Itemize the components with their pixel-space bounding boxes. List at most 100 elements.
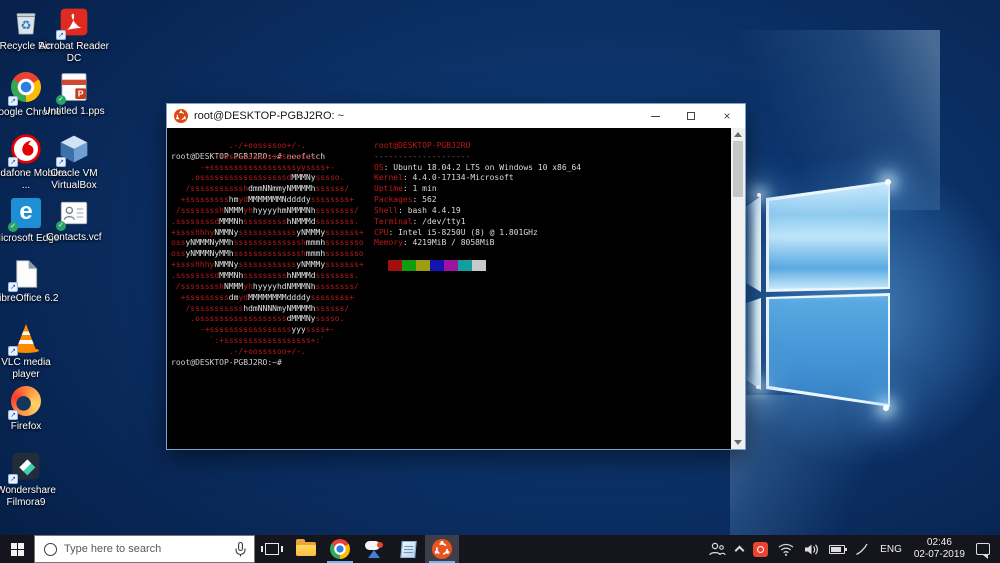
maximize-icon — [687, 112, 695, 120]
neofetch-info-line: Kernel: 4.4.0-17134-Microsoft — [374, 173, 581, 184]
cortana-icon — [44, 543, 57, 556]
desktop-icon-label: VLC media player — [0, 357, 64, 381]
action-center-icon — [976, 543, 990, 555]
ascii-art-line: ossyNMMMNyMMhsssssssssssssshmmmhssssssso — [171, 238, 364, 249]
desktop-icon-contacts[interactable]: ✓ Contacts.vcf — [36, 197, 112, 244]
terminal-prompt: root@DESKTOP-PGBJ2RO:~# — [171, 358, 282, 369]
terminal-color-swatch — [388, 260, 402, 271]
battery-button[interactable] — [824, 535, 850, 563]
svg-text:♻: ♻ — [20, 18, 31, 32]
minimize-button[interactable] — [637, 104, 673, 128]
neofetch-info-line: CPU: Intel i5-8250U (8) @ 1.801GHz — [374, 228, 581, 239]
neofetch-info: root@DESKTOP-PGBJ2RO--------------------… — [374, 141, 581, 249]
clock-date: 02-07-2019 — [914, 549, 965, 561]
desktop-icon-label: LibreOffice 6.2 — [0, 293, 64, 305]
paint3d-icon — [364, 540, 384, 558]
ascii-art-line: .-/+oossssoo+/-. — [171, 347, 364, 358]
terminal-color-swatch — [472, 260, 486, 271]
sync-check-badge: ✓ — [56, 221, 66, 231]
volume-button[interactable] — [799, 535, 824, 563]
microphone-icon[interactable] — [235, 542, 246, 557]
people-button[interactable] — [703, 535, 731, 563]
ascii-art-line: .ssssssssdMMMNhssssssssshNMMMdssssssss. — [171, 217, 364, 228]
scroll-up-icon[interactable] — [734, 132, 742, 137]
language-indicator[interactable]: ENG — [874, 544, 908, 555]
vlc-icon: ↗ — [10, 322, 42, 354]
terminal-scrollbar[interactable] — [731, 128, 745, 449]
paint3d-taskbar-button[interactable] — [357, 535, 391, 563]
ubuntu-window-icon — [174, 109, 188, 123]
desktop-icon-filmora[interactable]: ↗ Wondershare Filmora9 — [0, 450, 64, 509]
document-app-icon — [400, 541, 416, 558]
scroll-down-icon[interactable] — [734, 440, 742, 445]
shortcut-arrow-badge: ↗ — [8, 96, 18, 106]
start-button[interactable] — [0, 535, 34, 563]
desktop-icon-label: Acrobat Reader DC — [36, 41, 112, 65]
libreoffice-icon: ↗ — [10, 258, 42, 290]
terminal-titlebar[interactable]: root@DESKTOP-PGBJ2RO: ~ × — [167, 104, 745, 128]
ascii-art-line: /sssssssshNMMMyhhyyyyhmNMMMNhssssssss/ — [171, 206, 364, 217]
neofetch-info-line: OS: Ubuntu 18.04.2 LTS on Windows 10 x86… — [374, 163, 581, 174]
ascii-art-line: /ssssssssssshdmmNNmmyNMMMMhssssss/ — [171, 184, 364, 195]
terminal-color-swatch — [458, 260, 472, 271]
chrome-taskbar-button[interactable] — [323, 535, 357, 563]
ascii-art-line: .-/+oossssoo+/-. — [171, 141, 364, 152]
terminal-color-swatch — [374, 260, 388, 271]
terminal-content[interactable]: root@DESKTOP-PGBJ2RO:~# neofetch .-/+oos… — [167, 128, 745, 449]
filmora-icon: ↗ — [10, 450, 42, 482]
ascii-art-line: +sssssssssdmydMMMMMMMMddddyssssssss+ — [171, 293, 364, 304]
shortcut-arrow-badge: ↗ — [8, 346, 18, 356]
search-input[interactable] — [64, 543, 227, 555]
desktop-icon-libreoffice[interactable]: ↗ LibreOffice 6.2 — [0, 258, 64, 305]
wifi-icon — [778, 543, 794, 556]
desktop-icon-vlc[interactable]: ↗ VLC media player — [0, 322, 64, 381]
action-center-button[interactable] — [971, 535, 1000, 563]
ascii-art-line: .ssssssssdMMMNhssssssssshNMMMdssssssss. — [171, 271, 364, 282]
network-button[interactable] — [773, 535, 799, 563]
terminal-color-swatch — [430, 260, 444, 271]
shortcut-arrow-badge: ↗ — [56, 157, 66, 167]
shortcut-arrow-badge: ↗ — [8, 282, 18, 292]
pen-icon — [855, 542, 869, 556]
tray-app-icon — [753, 542, 768, 557]
neofetch-title: root@DESKTOP-PGBJ2RO — [374, 141, 581, 152]
ascii-art-line: +sssshhhyNMMNyssssssssssssyNMMMysssssss+ — [171, 228, 364, 239]
task-view-icon — [265, 543, 279, 555]
firefox-icon: ↗ — [10, 386, 42, 418]
taskbar-search[interactable] — [34, 535, 255, 563]
terminal-color-swatches — [374, 260, 486, 271]
close-button[interactable]: × — [709, 104, 745, 128]
maximize-button[interactable] — [673, 104, 709, 128]
minimize-icon — [651, 116, 660, 117]
taskbar-clock[interactable]: 02:46 02-07-2019 — [908, 537, 971, 561]
desktop-icon-pps[interactable]: P✓ Untitled 1.pps — [36, 71, 112, 118]
scrollbar-thumb[interactable] — [733, 141, 743, 197]
desktop-icon-firefox[interactable]: ↗ Firefox — [0, 385, 64, 433]
system-tray: ENG 02:46 02-07-2019 — [703, 535, 1000, 563]
ubuntu-taskbar-button[interactable] — [425, 535, 459, 563]
windows-ink-button[interactable] — [850, 535, 874, 563]
shortcut-arrow-badge: ↗ — [8, 157, 18, 167]
taskbar: ENG 02:46 02-07-2019 — [0, 535, 1000, 563]
file-explorer-button[interactable] — [289, 535, 323, 563]
terminal-color-swatch — [402, 260, 416, 271]
ascii-art-line: `:+ssssssssssssssssss+:` — [171, 152, 364, 163]
document-app-taskbar-button[interactable] — [391, 535, 425, 563]
neofetch-info-line: Memory: 4219MiB / 8058MiB — [374, 238, 581, 249]
tray-app-button[interactable] — [748, 535, 773, 563]
desktop-icon-acrobat[interactable]: ↗ Acrobat Reader DC — [36, 6, 112, 65]
show-hidden-icons-button[interactable] — [731, 535, 748, 563]
terminal-window[interactable]: root@DESKTOP-PGBJ2RO: ~ × root@DESKTOP-P… — [166, 103, 746, 450]
shortcut-arrow-badge: ↗ — [8, 410, 18, 420]
terminal-text: root@DESKTOP-PGBJ2RO:~# neofetch .-/+oos… — [171, 130, 731, 449]
window-title: root@DESKTOP-PGBJ2RO: ~ — [194, 110, 637, 122]
desktop-icon-label: Oracle VM VirtualBox — [36, 168, 112, 192]
desktop-icon-virtualbox[interactable]: ↗ Oracle VM VirtualBox — [36, 133, 112, 192]
terminal-color-swatch — [416, 260, 430, 271]
ascii-art-line: .ossssssssssssssssssdMMMNysssso. — [171, 173, 364, 184]
neofetch-info-line: Shell: bash 4.4.19 — [374, 206, 581, 217]
terminal-color-swatch — [444, 260, 458, 271]
task-view-button[interactable] — [255, 535, 289, 563]
neofetch-separator: -------------------- — [374, 152, 581, 163]
ascii-art-line: -+ssssssssssssssssssyyssss+- — [171, 163, 364, 174]
